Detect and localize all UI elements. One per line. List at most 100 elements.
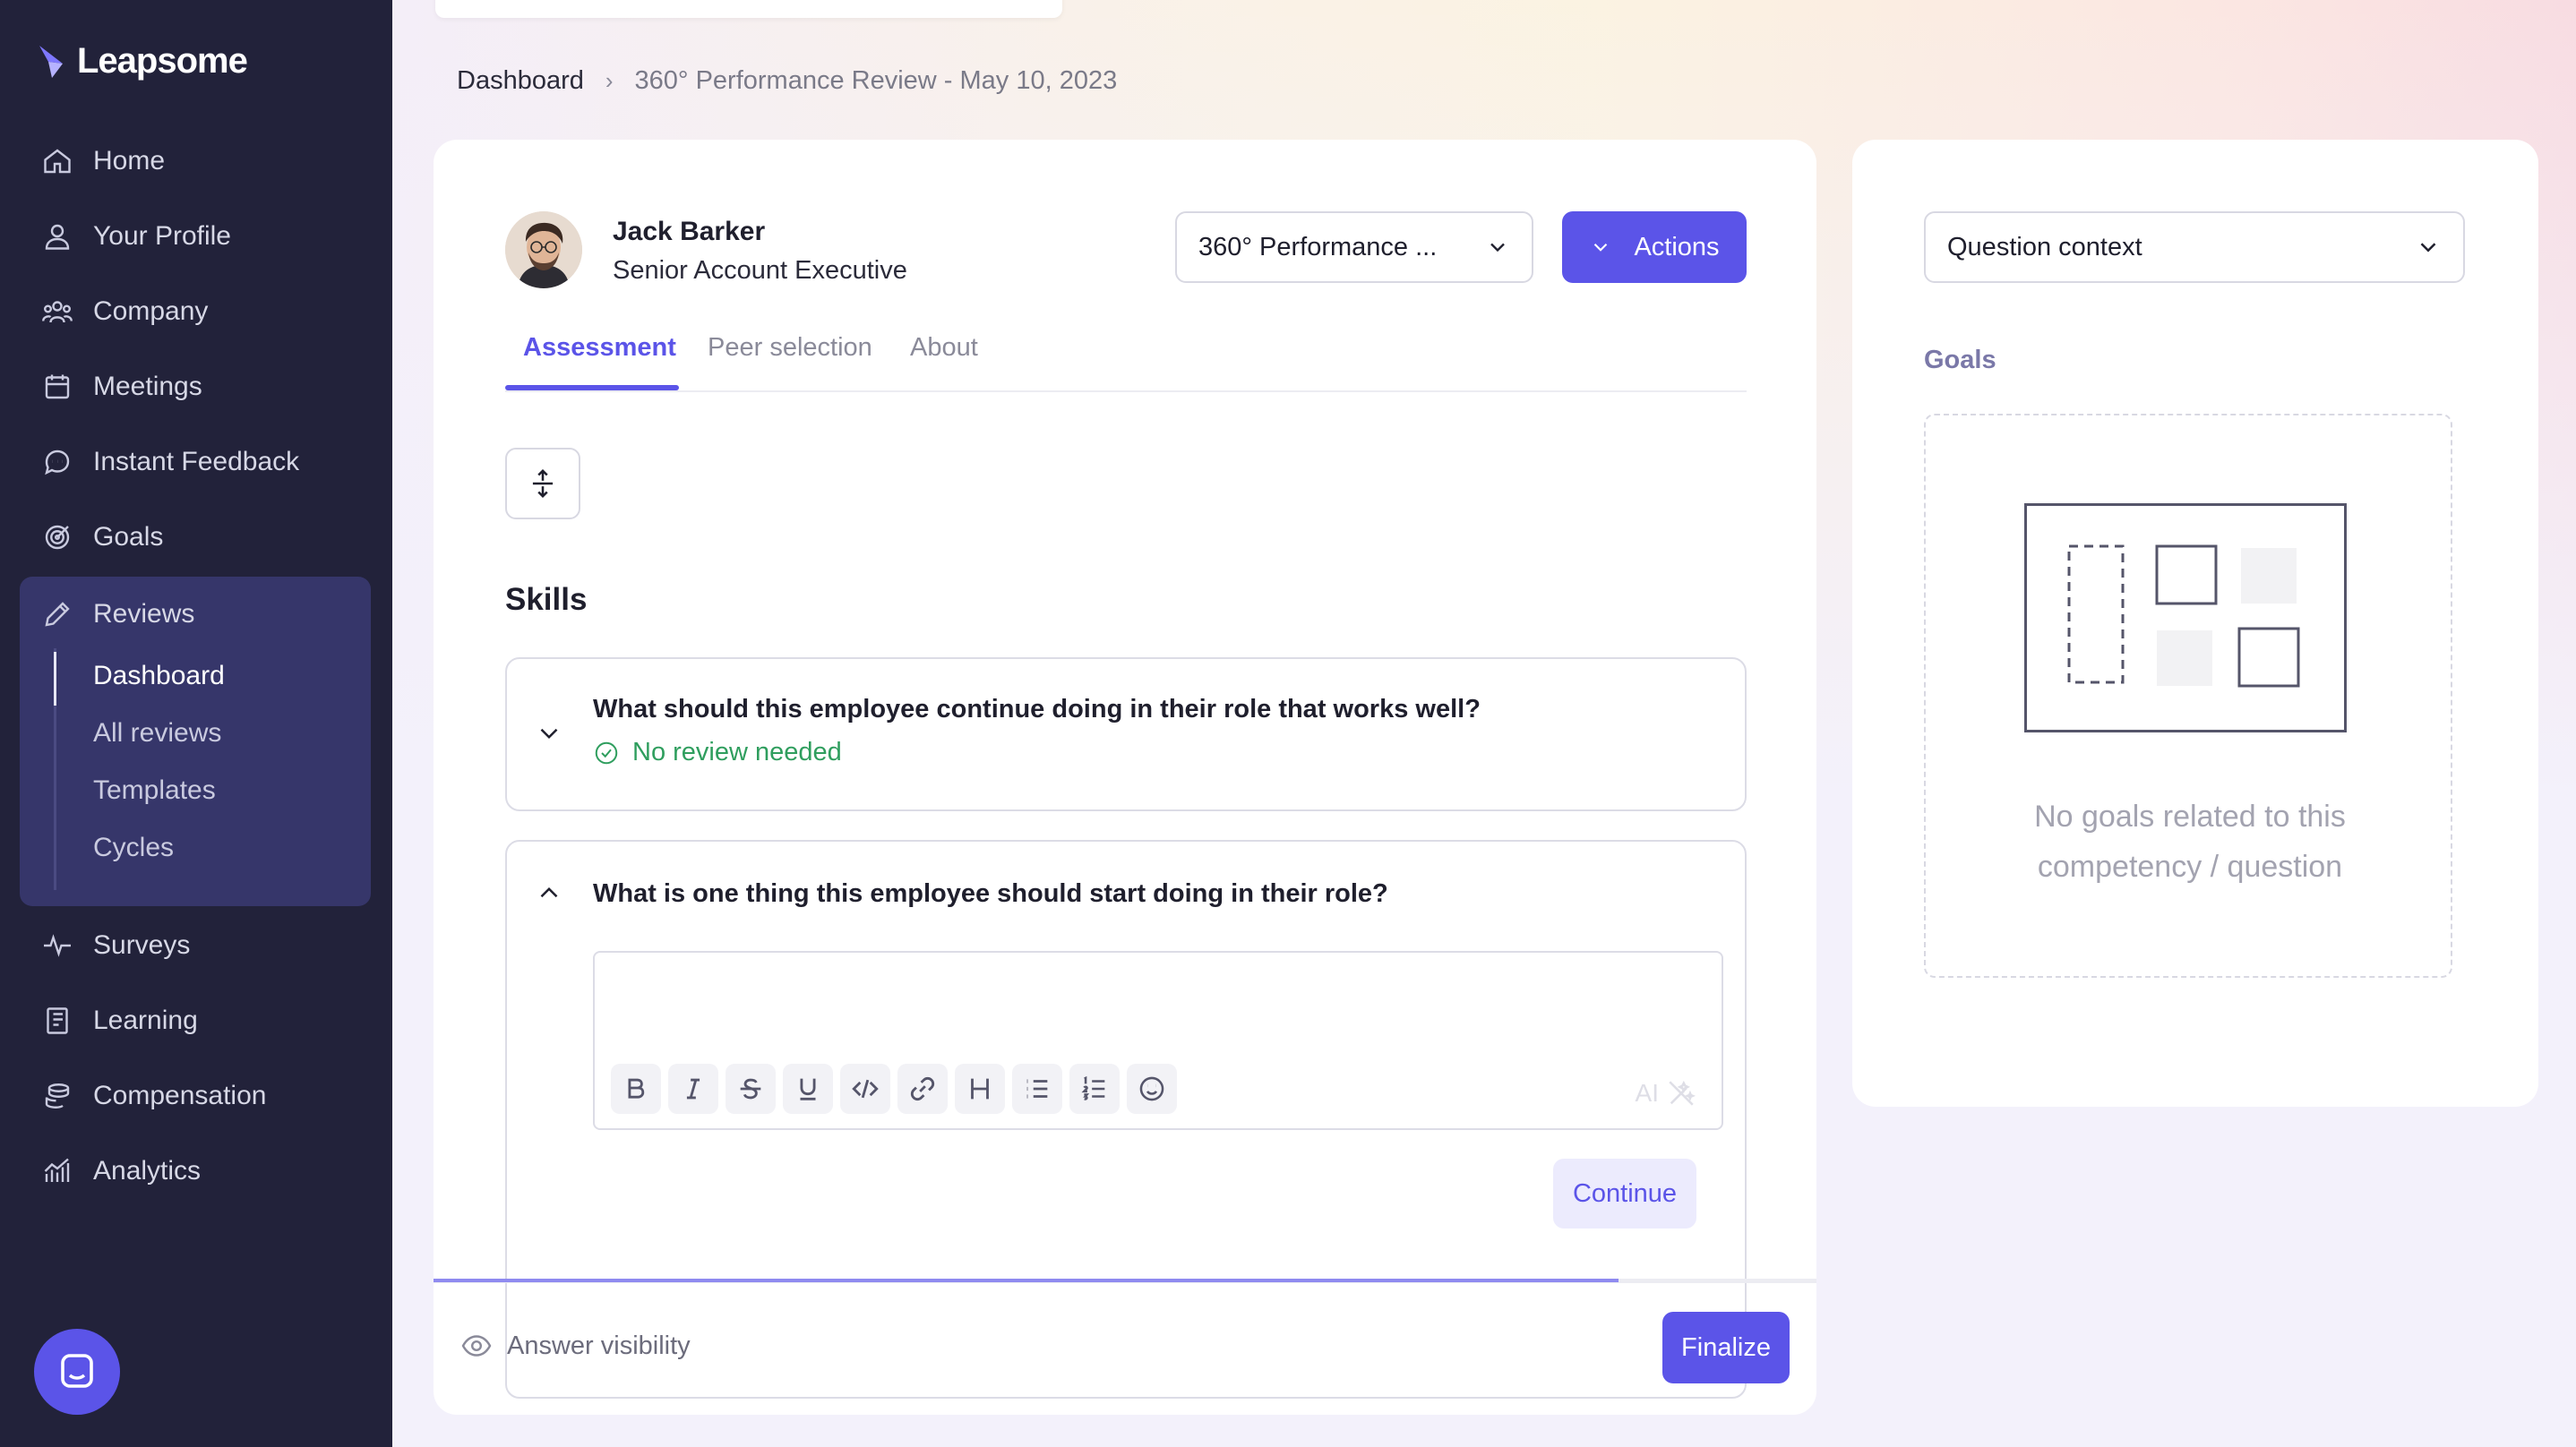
- coins-icon: [45, 1083, 70, 1109]
- leapsome-bird-icon: [39, 45, 63, 78]
- chevron-down-icon[interactable]: [534, 718, 564, 749]
- breadcrumb-root[interactable]: Dashboard: [457, 66, 584, 96]
- chevron-up-icon[interactable]: [534, 878, 564, 908]
- chevron-down-icon: [1594, 243, 1608, 252]
- sidebar-item-label: Analytics: [93, 1156, 202, 1186]
- sidebar-item-label: Surveys: [93, 930, 191, 960]
- user-icon: [45, 224, 70, 250]
- breadcrumb: Dashboard › 360° Performance Review - Ma…: [457, 66, 1117, 96]
- sidebar-item-label: Reviews: [93, 599, 195, 629]
- bold-icon: [628, 1078, 645, 1099]
- status-text: No review needed: [632, 738, 842, 766]
- tab-peer-selection[interactable]: Peer selection: [708, 333, 872, 363]
- sidebar-item-label: Meetings: [93, 372, 202, 401]
- heading-button[interactable]: [955, 1064, 1005, 1114]
- question-text[interactable]: What is one thing this employee should s…: [593, 879, 1388, 909]
- bold-button[interactable]: [611, 1064, 661, 1114]
- calendar-icon: [45, 374, 70, 399]
- users-icon: [42, 301, 73, 323]
- sidebar-item-label: Compensation: [93, 1081, 267, 1110]
- sidebar-item-compensation[interactable]: Compensation: [41, 1069, 373, 1123]
- sidebar-item-label: Your Profile: [93, 221, 231, 251]
- numbered-list-button[interactable]: [1069, 1064, 1120, 1114]
- review-footer: Answer visibility Finalize: [434, 1282, 1816, 1415]
- sidebar-subitem-templates[interactable]: Templates: [93, 775, 216, 806]
- collapse-all-button[interactable]: [505, 448, 580, 519]
- underline-button[interactable]: [783, 1064, 833, 1114]
- sidebar-item-home[interactable]: Home: [41, 134, 373, 188]
- submenu-line: [54, 648, 56, 890]
- strikethrough-icon: [740, 1078, 761, 1100]
- breadcrumb-current: 360° Performance Review - May 10, 2023: [634, 66, 1118, 95]
- section-title: Skills: [505, 582, 588, 617]
- pencil-icon: [45, 602, 70, 627]
- sidebar-item-meetings[interactable]: Meetings: [41, 360, 373, 414]
- continue-button[interactable]: Continue: [1553, 1159, 1696, 1229]
- strikethrough-button[interactable]: [726, 1064, 776, 1114]
- book-icon: [47, 1007, 68, 1034]
- reviews-group: Reviews Dashboard All reviews Templates …: [20, 577, 371, 906]
- review-card: Jack Barker Senior Account Executive 360…: [434, 140, 1816, 1415]
- sidebar-subitem-cycles[interactable]: Cycles: [93, 833, 174, 863]
- chevron-down-icon: [2420, 243, 2436, 253]
- sidebar-item-learning[interactable]: Learning: [41, 994, 373, 1048]
- italic-button[interactable]: [668, 1064, 718, 1114]
- empty-state-line: competency / question: [2037, 850, 2343, 884]
- sidebar-item-instant-feedback[interactable]: Instant Feedback: [41, 435, 373, 489]
- underline-icon: [800, 1078, 816, 1100]
- empty-goals-illustration-icon: [2024, 503, 2347, 732]
- messenger-icon: [61, 1354, 93, 1388]
- app-name: Leapsome: [77, 41, 248, 81]
- tab-bar: Assessment Peer selection About: [505, 333, 1747, 392]
- sidebar-subitem-all-reviews[interactable]: All reviews: [93, 718, 221, 749]
- editor-toolbar: [611, 1064, 1177, 1114]
- goals-empty-state: No goals related to this competency / qu…: [1924, 414, 2452, 978]
- answer-editor[interactable]: AI: [593, 951, 1723, 1130]
- actions-button[interactable]: Actions: [1562, 211, 1747, 283]
- sidebar: Leapsome Home Your Profile Company Meeti…: [0, 0, 392, 1447]
- employee-name: Jack Barker: [613, 217, 766, 246]
- person-avatar-icon: [505, 211, 582, 288]
- sidebar-item-analytics[interactable]: Analytics: [41, 1144, 373, 1198]
- tab-assessment[interactable]: Assessment: [523, 333, 676, 363]
- home-icon: [44, 149, 71, 174]
- answer-visibility-toggle[interactable]: Answer visibility: [460, 1330, 691, 1362]
- emoji-button[interactable]: [1127, 1064, 1177, 1114]
- question-context-dropdown[interactable]: Question context: [1924, 211, 2465, 283]
- question-text[interactable]: What should this employee continue doing…: [593, 695, 1481, 724]
- heading-icon: [971, 1078, 989, 1100]
- chat-icon: [45, 450, 70, 475]
- avatar: [505, 211, 582, 288]
- review-select-dropdown[interactable]: 360° Performance ...: [1175, 211, 1533, 283]
- link-button[interactable]: [897, 1064, 948, 1114]
- empty-state-text: No goals related to this competency / qu…: [1926, 792, 2454, 892]
- chart-icon: [44, 1158, 70, 1182]
- context-panel: Question context Goals No goals related …: [1852, 140, 2538, 1107]
- numbered-list-icon: [1081, 1075, 1105, 1100]
- goals-heading: Goals: [1924, 346, 1996, 374]
- sidebar-item-company[interactable]: Company: [41, 285, 373, 338]
- magic-wand-icon: [1669, 1080, 1696, 1106]
- support-chat-button[interactable]: [34, 1329, 120, 1415]
- tab-about[interactable]: About: [910, 333, 978, 363]
- top-bar-stub: [435, 0, 1062, 18]
- ai-assist-button[interactable]: AI: [1636, 1078, 1696, 1109]
- chevron-right-icon: ›: [605, 67, 614, 94]
- sidebar-item-label: Home: [93, 146, 166, 176]
- sidebar-subitem-dashboard[interactable]: Dashboard: [93, 661, 225, 691]
- code-icon: [852, 1079, 879, 1099]
- leapsome-logo[interactable]: Leapsome: [36, 41, 248, 81]
- code-button[interactable]: [840, 1064, 890, 1114]
- sidebar-item-your-profile[interactable]: Your Profile: [41, 210, 373, 263]
- employee-role: Senior Account Executive: [613, 256, 907, 285]
- active-indicator: [54, 652, 56, 706]
- bullet-list-button[interactable]: [1012, 1064, 1062, 1114]
- target-icon: [45, 525, 70, 550]
- sidebar-item-reviews[interactable]: Reviews: [41, 587, 373, 641]
- sidebar-item-surveys[interactable]: Surveys: [41, 919, 373, 972]
- finalize-button[interactable]: Finalize: [1662, 1312, 1790, 1383]
- sidebar-item-goals[interactable]: Goals: [41, 510, 373, 564]
- actions-label: Actions: [1634, 232, 1720, 261]
- bullet-list-icon: [1026, 1079, 1048, 1099]
- visibility-label: Answer visibility: [507, 1331, 691, 1360]
